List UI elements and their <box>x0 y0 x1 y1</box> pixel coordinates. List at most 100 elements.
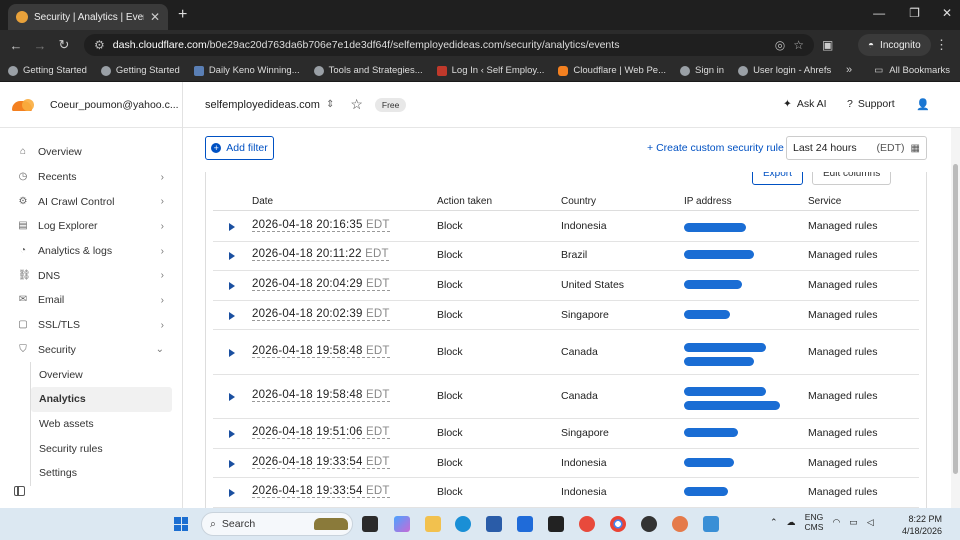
eye-off-icon[interactable]: ◎ <box>775 38 785 52</box>
bookmark-item[interactable]: Getting Started <box>8 65 87 76</box>
bookmark-star-icon[interactable]: ☆ <box>793 38 804 52</box>
claude-icon[interactable] <box>672 516 688 532</box>
sidebar-item-analytics-logs[interactable]: ◔ Analytics & logs › <box>0 239 182 264</box>
expand-row-icon[interactable] <box>229 489 235 498</box>
time-range-picker[interactable]: Last 24 hours (EDT) ▦ <box>786 136 927 160</box>
amazon-icon[interactable] <box>548 516 564 532</box>
system-clock[interactable]: 8:22 PM 4/18/2026 <box>902 513 942 537</box>
battery-icon[interactable]: ▭ <box>849 517 858 528</box>
table-row[interactable]: 2026-04-18 19:33:54 EDT Block Indonesia Man… <box>213 478 919 508</box>
volume-icon[interactable]: ◁ <box>867 517 874 528</box>
all-bookmarks[interactable]: ▭ All Bookmarks <box>874 65 950 76</box>
expand-row-icon[interactable] <box>229 392 235 401</box>
wifi-icon[interactable]: ◠ <box>832 517 840 528</box>
sidebar-item-recents[interactable]: ◷ Recents › <box>0 165 182 190</box>
sidebar-item-security[interactable]: ⛉ Security ⌄ <box>0 338 182 363</box>
address-bar[interactable]: ⚙ dash.cloudflare.com/b0e29ac20d763da6b7… <box>84 34 814 56</box>
dropbox-icon[interactable] <box>517 516 533 532</box>
column-header-ip[interactable]: IP address <box>684 196 732 207</box>
expand-row-icon[interactable] <box>229 281 235 290</box>
expand-row-icon[interactable] <box>229 429 235 438</box>
event-date[interactable]: 2026-04-18 20:16:35 EDT <box>252 219 390 232</box>
favorite-star-icon[interactable]: ☆ <box>350 96 363 113</box>
table-row[interactable]: 2026-04-18 20:04:29 EDT Block United State… <box>213 271 919 301</box>
sidebar-item-email[interactable]: ✉ Email › <box>0 288 182 313</box>
close-window-icon[interactable]: ✕ <box>942 6 952 20</box>
scrollbar-thumb[interactable] <box>953 164 958 474</box>
bookmark-item[interactable]: Tools and Strategies... <box>313 65 423 76</box>
page-scrollbar[interactable] <box>951 128 960 508</box>
chevron-updown-icon[interactable]: ⇕ <box>326 99 334 110</box>
domain-selector[interactable]: selfemployedideas.com <box>205 99 320 111</box>
event-date[interactable]: 2026-04-18 19:51:06 EDT <box>252 426 390 439</box>
event-date[interactable]: 2026-04-18 20:02:39 EDT <box>252 308 390 321</box>
browser-tab[interactable]: Security | Analytics | Events | sel ✕ <box>8 4 168 30</box>
windows-start-icon[interactable] <box>174 517 188 531</box>
sidebar-item-log-explorer[interactable]: ▤ Log Explorer › <box>0 214 182 239</box>
store-icon[interactable] <box>486 516 502 532</box>
minimize-icon[interactable]: — <box>873 6 885 20</box>
event-date[interactable]: 2026-04-18 19:58:48 EDT <box>252 389 390 402</box>
expand-row-icon[interactable] <box>229 222 235 231</box>
event-date[interactable]: 2026-04-18 20:04:29 EDT <box>252 278 390 291</box>
sidebar-item-overview[interactable]: ⌂ Overview <box>0 140 182 165</box>
expand-row-icon[interactable] <box>229 459 235 468</box>
column-header-action[interactable]: Action taken <box>437 196 492 207</box>
account-switcher[interactable]: Coeur_poumon@yahoo.c... <box>0 82 182 128</box>
chrome-icon[interactable] <box>610 516 626 532</box>
tray-overflow-icon[interactable]: ⌃ <box>770 517 778 528</box>
ask-ai-button[interactable]: ✦ Ask AI <box>783 98 827 110</box>
file-explorer-icon[interactable] <box>425 516 441 532</box>
sidebar-item-ai-crawl-control[interactable]: ⚙ AI Crawl Control › <box>0 189 182 214</box>
sidebar-subitem-settings[interactable]: Settings <box>31 461 182 486</box>
sidebar-item-dns[interactable]: ⛓ DNS › <box>0 263 182 288</box>
expand-row-icon[interactable] <box>229 252 235 261</box>
event-date[interactable]: 2026-04-18 20:11:22 EDT <box>252 248 389 262</box>
taskbar-search[interactable]: ⌕ Search <box>201 512 353 536</box>
back-arrow-icon[interactable]: ← <box>4 38 28 53</box>
expand-row-icon[interactable] <box>229 311 235 320</box>
sidebar-subitem-overview[interactable]: Overview <box>31 362 182 387</box>
new-tab-icon[interactable]: + <box>178 6 187 24</box>
bookmark-item[interactable]: Getting Started <box>100 65 180 76</box>
bookmark-item[interactable]: Cloudflare | Web Pe... <box>558 65 666 76</box>
table-row[interactable]: 2026-04-18 19:58:48 EDT Block Canada Manage… <box>213 330 919 375</box>
sidebar-subitem-security-rules[interactable]: Security rules <box>31 436 182 461</box>
close-tab-icon[interactable]: ✕ <box>150 10 160 24</box>
event-date[interactable]: 2026-04-18 19:58:48 EDT <box>252 345 390 358</box>
table-row[interactable]: 2026-04-18 20:11:22 EDT Block Brazil Manage… <box>213 242 919 272</box>
sidebar-item-ssl-tls[interactable]: ▢ SSL/TLS › <box>0 313 182 338</box>
bookmark-item[interactable]: User login - Ahrefs <box>738 65 831 76</box>
column-header-country[interactable]: Country <box>561 196 596 207</box>
chatgpt-icon[interactable] <box>641 516 657 532</box>
support-button[interactable]: ? Support <box>847 98 895 110</box>
reload-icon[interactable]: ↻ <box>52 37 76 53</box>
site-info-icon[interactable]: ⚙ <box>94 38 105 52</box>
create-custom-rule-link[interactable]: + Create custom security rule <box>647 142 784 154</box>
column-header-date[interactable]: Date <box>252 196 273 207</box>
table-row[interactable]: 2026-04-18 20:16:35 EDT Block Indonesia Man… <box>213 212 919 242</box>
collapse-sidebar-icon[interactable] <box>14 486 25 496</box>
input-language[interactable]: ENG CMS <box>805 512 824 532</box>
bookmark-item[interactable]: Daily Keno Winning... <box>193 65 300 76</box>
notepad-icon[interactable] <box>703 516 719 532</box>
event-date[interactable]: 2026-04-18 19:33:54 EDT <box>252 456 390 469</box>
sidebar-subitem-analytics[interactable]: Analytics <box>31 386 172 412</box>
bookmark-item[interactable]: Log In ‹ Self Employ... <box>436 65 544 76</box>
event-date[interactable]: 2026-04-18 19:33:54 EDT <box>252 485 390 499</box>
add-filter-button[interactable]: + Add filter <box>205 136 274 160</box>
table-row[interactable]: 2026-04-18 19:51:06 EDT Block Singapore Man… <box>213 419 919 449</box>
column-header-service[interactable]: Service <box>808 196 841 207</box>
forward-arrow-icon[interactable]: → <box>28 38 52 53</box>
incognito-badge[interactable]: ◓ Incognito <box>858 34 931 56</box>
sidebar-subitem-web-assets[interactable]: Web assets <box>31 412 182 437</box>
bookmark-item[interactable]: Sign in <box>680 65 724 76</box>
copilot-icon[interactable] <box>394 516 410 532</box>
browser-menu-icon[interactable]: ⋮ <box>935 37 948 53</box>
table-row[interactable]: 2026-04-18 20:02:39 EDT Block Singapore Man… <box>213 301 919 331</box>
table-row[interactable]: 2026-04-18 19:58:48 EDT Block Canada Manage… <box>213 375 919 420</box>
tab-search-icon[interactable]: ▣ <box>822 38 833 52</box>
user-icon[interactable]: 👤 <box>916 98 930 111</box>
cloud-icon[interactable]: ☁ <box>787 517 796 528</box>
restore-icon[interactable]: ❐ <box>909 6 920 20</box>
